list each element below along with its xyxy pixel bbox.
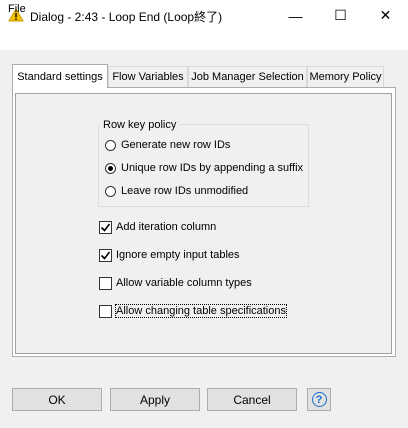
help-button[interactable]: ? — [307, 388, 331, 411]
menu-file[interactable]: File — [8, 3, 26, 15]
checkbox-label-ignore-empty-input-tables[interactable]: Ignore empty input tables — [116, 249, 240, 261]
radio-label-generate-new-row-ids[interactable]: Generate new row IDs — [121, 139, 230, 151]
help-icon: ? — [311, 392, 327, 407]
checkbox-label-add-iteration-column[interactable]: Add iteration column — [116, 221, 216, 233]
tab-memory-policy[interactable]: Memory Policy — [307, 66, 384, 87]
tab-standard-settings[interactable]: Standard settings — [12, 64, 108, 88]
checkmark-icon — [100, 251, 111, 260]
checkmark-icon — [100, 223, 111, 232]
checkbox-allow-variable-column-types[interactable] — [99, 277, 112, 290]
radio-label-leave-row-ids-unmodified[interactable]: Leave row IDs unmodified — [121, 185, 248, 197]
ok-button[interactable]: OK — [12, 388, 102, 411]
checkbox-ignore-empty-input-tables[interactable] — [99, 249, 112, 262]
radio-unique-row-ids-suffix[interactable] — [105, 163, 116, 174]
tab-flow-variables[interactable]: Flow Variables — [108, 66, 188, 87]
checkbox-label-allow-variable-column-types[interactable]: Allow variable column types — [116, 277, 252, 289]
radio-generate-new-row-ids[interactable] — [105, 140, 116, 151]
radio-label-unique-row-ids-suffix[interactable]: Unique row IDs by appending a suffix — [121, 162, 303, 174]
menu-bar — [0, 31, 408, 50]
checkbox-add-iteration-column[interactable] — [99, 221, 112, 234]
apply-button[interactable]: Apply — [110, 388, 200, 411]
radio-selected-dot — [108, 166, 113, 171]
radio-leave-row-ids-unmodified[interactable] — [105, 186, 116, 197]
row-key-policy-title: Row key policy — [100, 119, 180, 131]
close-button[interactable]: ✕ — [363, 0, 408, 31]
window-title: Dialog - 2:43 - Loop End (Loop終了) — [30, 10, 223, 24]
tab-job-manager-selection[interactable]: Job Manager Selection — [188, 66, 307, 87]
minimize-button[interactable]: — — [273, 0, 318, 31]
cancel-button[interactable]: Cancel — [207, 388, 297, 411]
maximize-button[interactable]: ☐ — [318, 0, 363, 31]
minimize-icon: — — [288, 7, 303, 24]
maximize-icon: ☐ — [334, 7, 347, 23]
checkbox-label-allow-changing-table-specifications[interactable]: Allow changing table specifications — [115, 304, 287, 318]
close-icon: ✕ — [379, 7, 392, 23]
checkbox-allow-changing-table-specifications[interactable] — [99, 305, 112, 318]
